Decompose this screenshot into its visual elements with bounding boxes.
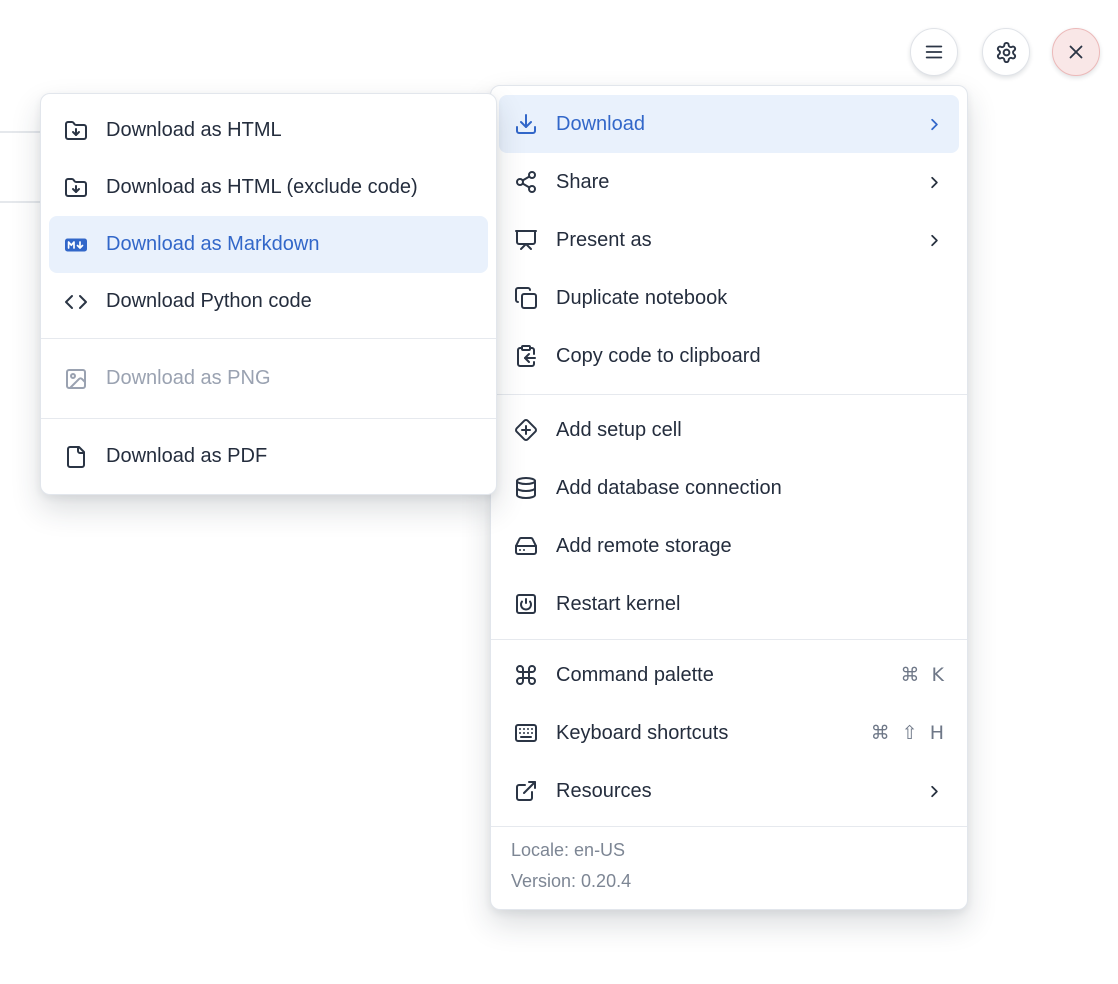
menu-item-download-as-pdf[interactable]: Download as PDF bbox=[49, 428, 488, 485]
command-icon bbox=[514, 663, 538, 687]
menu-section: Download Share Present as bbox=[491, 86, 967, 394]
database-icon bbox=[514, 476, 538, 500]
menu-item-command-palette[interactable]: Command palette ⌘ K bbox=[499, 646, 959, 704]
menu-item-share[interactable]: Share bbox=[499, 153, 959, 211]
menu-section: Command palette ⌘ K Keyboard shortcuts ⌘… bbox=[491, 639, 967, 826]
menu-item-copy-code-to-clipboard[interactable]: Copy code to clipboard bbox=[499, 327, 959, 385]
menu-item-download[interactable]: Download bbox=[499, 95, 959, 153]
image-icon bbox=[64, 367, 88, 391]
chevron-right-icon bbox=[925, 231, 944, 250]
chevron-right-icon bbox=[925, 173, 944, 192]
menu-item-label: Download as Markdown bbox=[106, 233, 473, 256]
menu-item-download-python-code[interactable]: Download Python code bbox=[49, 273, 488, 330]
menu-item-label: Restart kernel bbox=[556, 593, 944, 616]
menu-item-restart-kernel[interactable]: Restart kernel bbox=[499, 575, 959, 633]
share-icon bbox=[514, 170, 538, 194]
menu-item-label: Download as HTML (exclude code) bbox=[106, 176, 473, 199]
menu-item-label: Command palette bbox=[556, 664, 883, 687]
diamond-plus-icon bbox=[514, 418, 538, 442]
page-underlay-line bbox=[0, 131, 41, 133]
menu-item-label: Resources bbox=[556, 780, 907, 803]
menu-item-label: Download Python code bbox=[106, 290, 473, 313]
menu-item-label: Present as bbox=[556, 229, 907, 252]
menu-item-label: Download bbox=[556, 113, 907, 136]
shortcut-key: ⌘ bbox=[871, 722, 890, 744]
chevron-right-icon bbox=[925, 115, 944, 134]
gear-icon bbox=[995, 41, 1018, 64]
copy-icon bbox=[514, 286, 538, 310]
square-power-icon bbox=[514, 592, 538, 616]
file-icon bbox=[64, 445, 88, 469]
menu-item-keyboard-shortcuts[interactable]: Keyboard shortcuts ⌘ ⇧ H bbox=[499, 704, 959, 762]
menu-item-add-remote-storage[interactable]: Add remote storage bbox=[499, 517, 959, 575]
menu-button[interactable] bbox=[910, 28, 958, 76]
menu-section: Download as PDF bbox=[41, 418, 496, 494]
shortcut-key: H bbox=[930, 722, 944, 744]
menu-item-add-setup-cell[interactable]: Add setup cell bbox=[499, 401, 959, 459]
menu-footer: Locale: en-US Version: 0.20.4 bbox=[491, 826, 967, 909]
code-icon bbox=[64, 290, 88, 314]
menu-item-label: Share bbox=[556, 171, 907, 194]
menu-section: Add setup cell Add database connection A… bbox=[491, 394, 967, 639]
close-icon bbox=[1065, 41, 1087, 63]
settings-button[interactable] bbox=[982, 28, 1030, 76]
menu-section: Download as PNG bbox=[41, 338, 496, 418]
menu-item-label: Download as PNG bbox=[106, 367, 473, 390]
menu-item-download-as-html[interactable]: Download as HTML bbox=[49, 102, 488, 159]
menu-item-duplicate-notebook[interactable]: Duplicate notebook bbox=[499, 269, 959, 327]
menu-item-label: Keyboard shortcuts bbox=[556, 722, 853, 745]
folder-down-icon bbox=[64, 176, 88, 200]
hamburger-icon bbox=[923, 41, 945, 63]
chevron-right-icon bbox=[925, 782, 944, 801]
clipboard-copy-icon bbox=[514, 344, 538, 368]
keyboard-icon bbox=[514, 721, 538, 745]
external-link-icon bbox=[514, 779, 538, 803]
menu-item-download-as-html-exclude-code[interactable]: Download as HTML (exclude code) bbox=[49, 159, 488, 216]
menu-item-label: Download as HTML bbox=[106, 119, 473, 142]
presentation-icon bbox=[514, 228, 538, 252]
shortcut-hint: ⌘ K bbox=[901, 664, 944, 686]
download-icon bbox=[514, 112, 538, 136]
notebook-actions-menu: Download Share Present as bbox=[490, 85, 968, 910]
hard-drive-icon bbox=[514, 534, 538, 558]
menu-item-label: Download as PDF bbox=[106, 445, 473, 468]
shortcut-key: ⇧ bbox=[902, 722, 918, 744]
shortcut-key: ⌘ bbox=[901, 664, 920, 686]
menu-item-download-as-png[interactable]: Download as PNG bbox=[49, 350, 488, 407]
menu-item-present-as[interactable]: Present as bbox=[499, 211, 959, 269]
folder-down-icon bbox=[64, 119, 88, 143]
menu-item-download-as-markdown[interactable]: Download as Markdown bbox=[49, 216, 488, 273]
download-submenu: Download as HTML Download as HTML (exclu… bbox=[40, 93, 497, 495]
shortcut-hint: ⌘ ⇧ H bbox=[871, 722, 944, 744]
menu-item-label: Copy code to clipboard bbox=[556, 345, 944, 368]
menu-section: Download as HTML Download as HTML (exclu… bbox=[41, 94, 496, 338]
version-text: Version: 0.20.4 bbox=[511, 866, 947, 897]
shortcut-key: K bbox=[932, 664, 944, 686]
menu-item-resources[interactable]: Resources bbox=[499, 762, 959, 820]
close-button[interactable] bbox=[1052, 28, 1100, 76]
menu-item-label: Add setup cell bbox=[556, 419, 944, 442]
menu-item-add-database-connection[interactable]: Add database connection bbox=[499, 459, 959, 517]
markdown-icon bbox=[64, 233, 88, 257]
page-underlay-line bbox=[0, 201, 41, 203]
menu-item-label: Add database connection bbox=[556, 477, 944, 500]
locale-text: Locale: en-US bbox=[511, 835, 947, 866]
menu-item-label: Duplicate notebook bbox=[556, 287, 944, 310]
menu-item-label: Add remote storage bbox=[556, 535, 944, 558]
